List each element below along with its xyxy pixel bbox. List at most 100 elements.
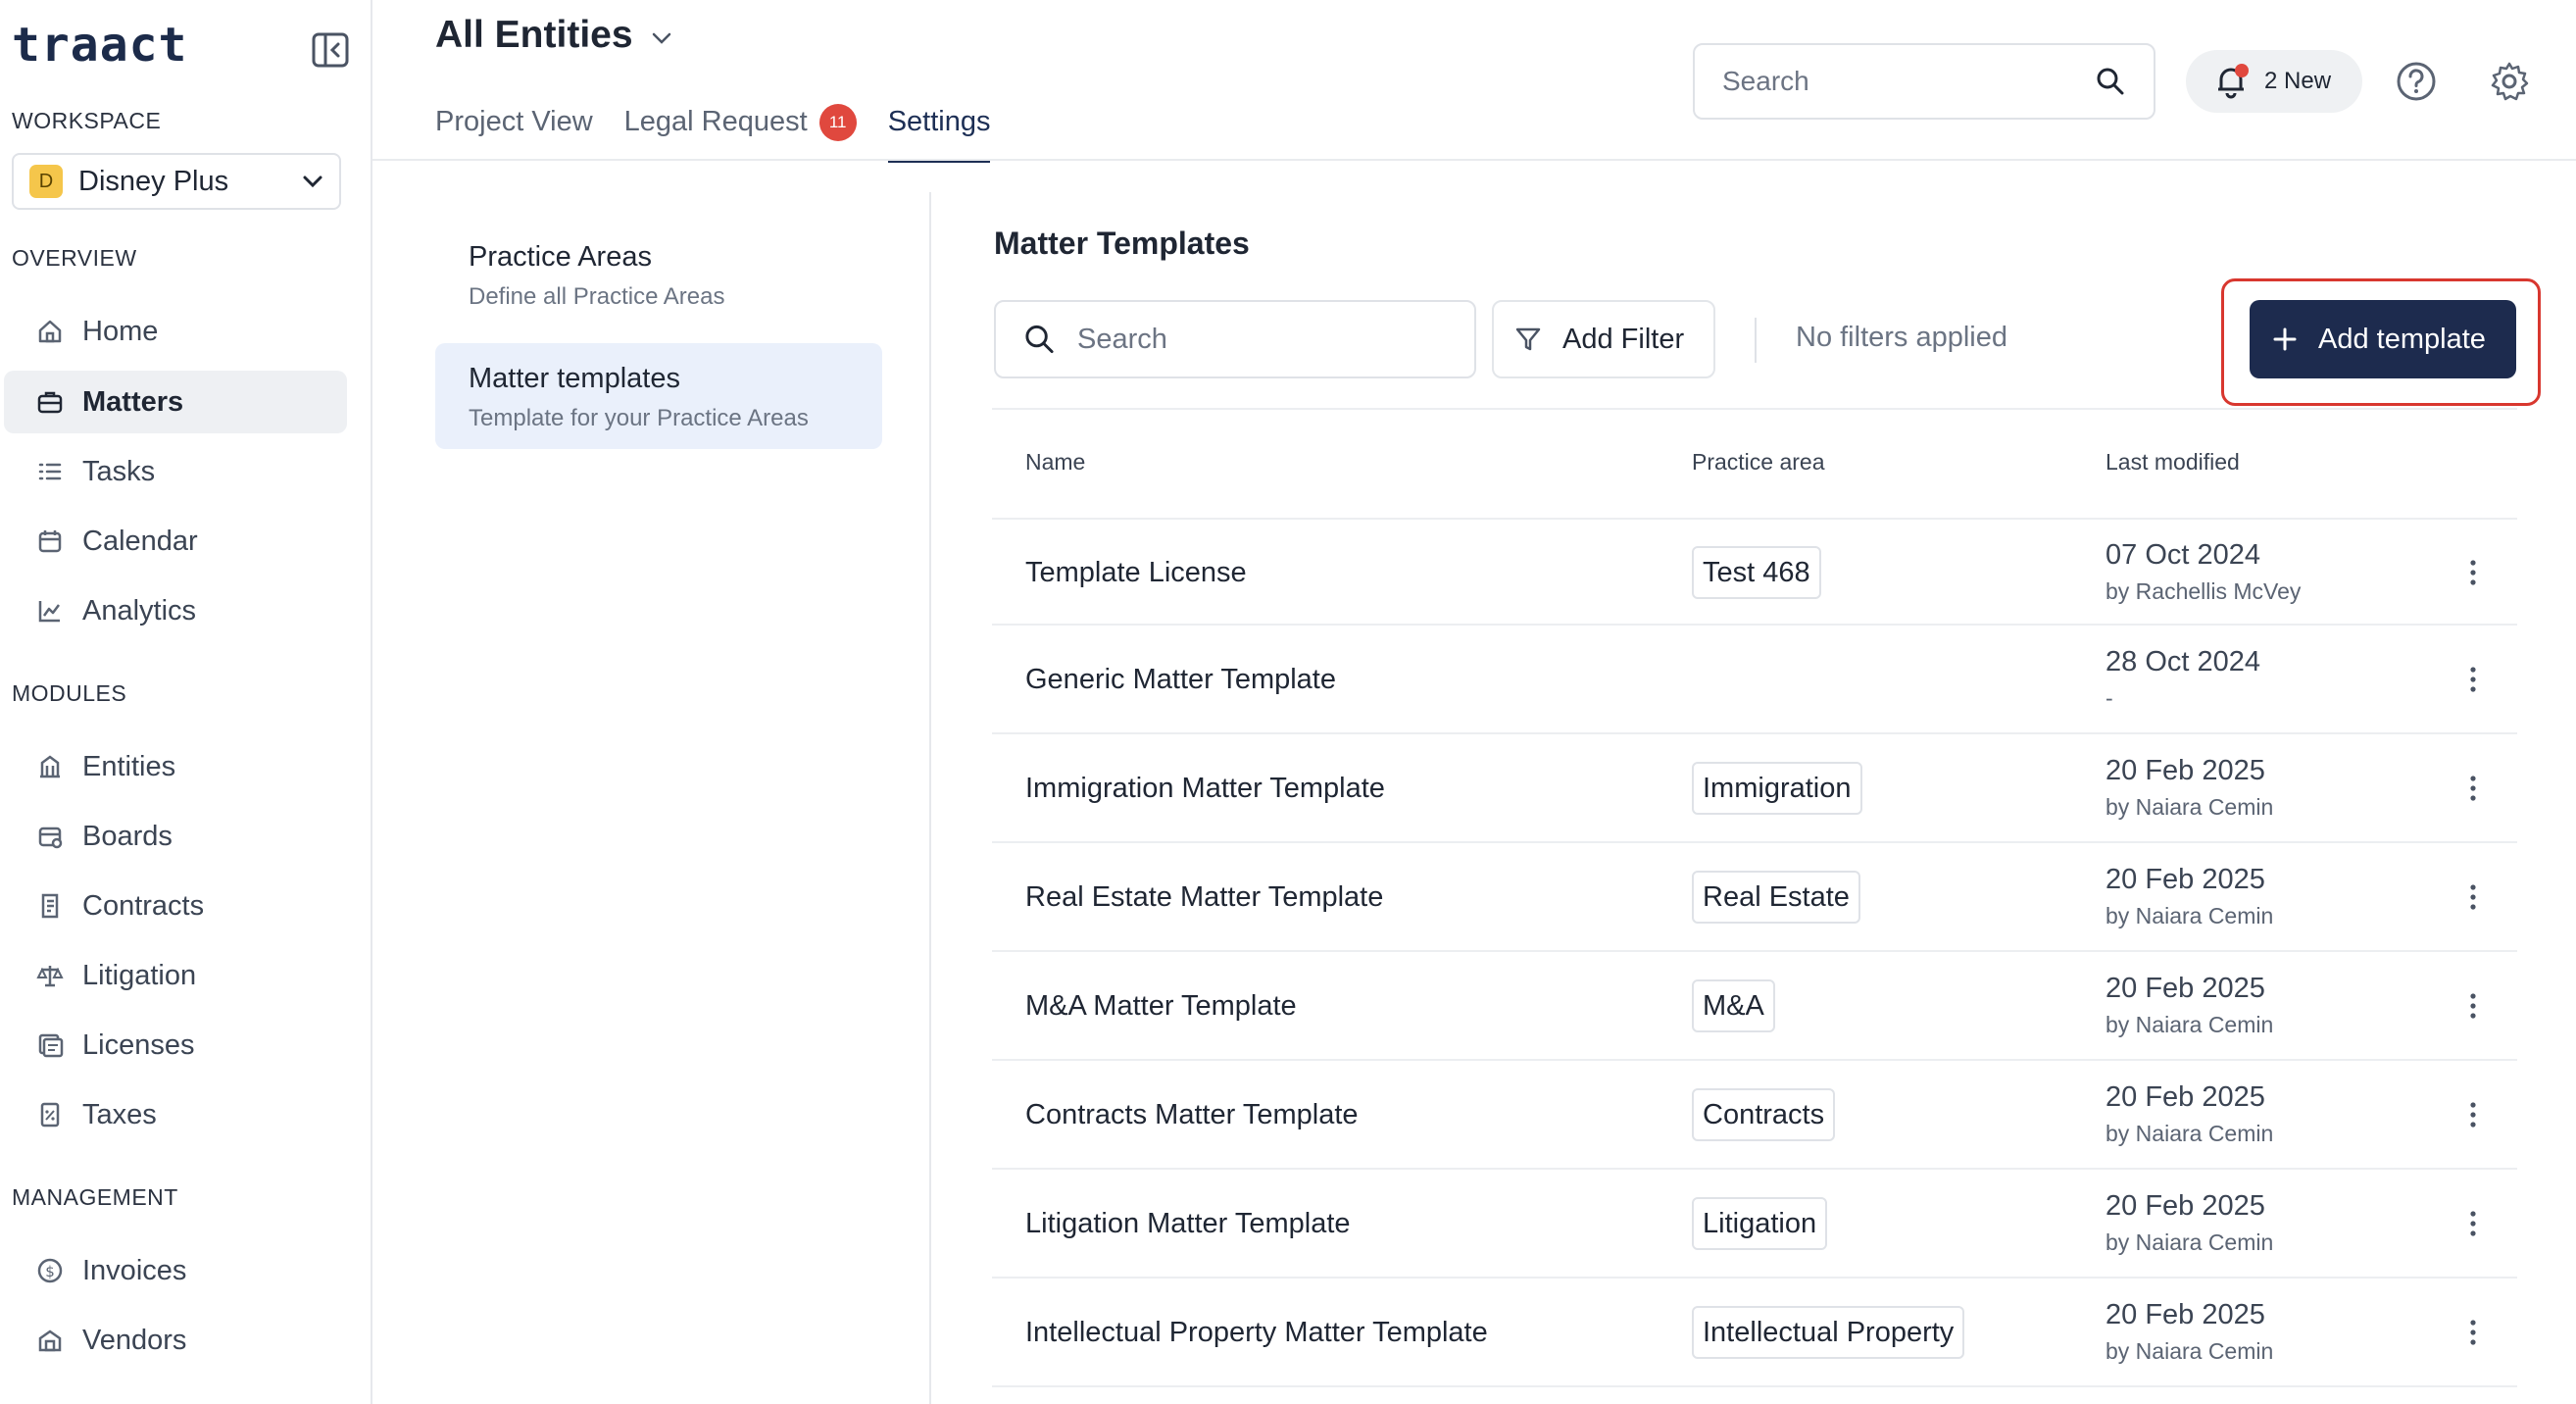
more-options-icon[interactable] <box>2458 1097 2488 1132</box>
help-icon[interactable] <box>2396 61 2437 102</box>
filter-icon <box>1515 327 1541 351</box>
tab-legal-request[interactable]: Legal Request 11 <box>624 102 857 163</box>
tab-settings[interactable]: Settings <box>887 102 991 163</box>
global-search[interactable] <box>1693 43 2155 120</box>
modified-by: by Naiara Cemin <box>2105 1121 2274 1146</box>
template-name[interactable]: Litigation Matter Template <box>1025 1171 1351 1277</box>
workspace-name: Disney Plus <box>78 165 229 197</box>
more-options-icon[interactable] <box>2458 662 2488 697</box>
building-icon <box>40 755 60 778</box>
sidebar-item-label: Entities <box>82 750 176 782</box>
sidebar-item-taxes[interactable]: Taxes <box>4 1083 347 1146</box>
table-row[interactable]: M&A Matter Template M&A 20 Feb 2025 by Naia… <box>992 953 2517 1061</box>
vendor-icon <box>38 1329 62 1352</box>
app-logo[interactable]: traact <box>12 18 187 73</box>
modified-by: - <box>2105 685 2113 711</box>
table-row[interactable]: Immigration Matter Template Immigration 20… <box>992 735 2517 843</box>
more-options-icon[interactable] <box>2458 1315 2488 1350</box>
sidebar-item-litigation[interactable]: Litigation <box>4 944 347 1007</box>
practice-area-tag: Intellectual Property <box>1692 1306 1965 1359</box>
table-row[interactable]: Generic Matter Template 28 Oct 2024 - <box>992 627 2517 734</box>
template-name[interactable]: M&A Matter Template <box>1025 953 1297 1059</box>
modified-date: 20 Feb 2025 <box>2105 755 2265 786</box>
sidebar-item-label: Invoices <box>82 1254 187 1286</box>
template-search-input[interactable] <box>1077 323 1447 356</box>
dollar-icon: $ <box>37 1258 63 1283</box>
global-search-input[interactable] <box>1722 66 2095 97</box>
settings-item-title: Practice Areas <box>469 241 652 273</box>
settings-item-desc: Template for your Practice Areas <box>469 405 809 431</box>
overview-label: OVERVIEW <box>12 245 137 271</box>
sidebar-item-contracts[interactable]: Contracts <box>4 875 347 937</box>
sidebar-item-analytics[interactable]: Analytics <box>4 579 347 642</box>
sidebar-item-label: Litigation <box>82 959 197 991</box>
more-options-icon[interactable] <box>2458 988 2488 1024</box>
template-search[interactable] <box>994 300 1476 378</box>
sidebar-item-home[interactable]: Home <box>4 300 347 363</box>
chevron-down-icon <box>652 32 670 44</box>
search-icon[interactable] <box>2095 66 2126 97</box>
modified-by: by Rachellis McVey <box>2105 578 2302 604</box>
section-title: Matter Templates <box>994 226 1250 261</box>
template-name[interactable]: Immigration Matter Template <box>1025 735 1385 841</box>
practice-area-tag: M&A <box>1692 979 1775 1032</box>
workspace-label: WORKSPACE <box>12 108 162 133</box>
template-name[interactable]: Real Estate Matter Template <box>1025 844 1383 950</box>
modified-date: 20 Feb 2025 <box>2105 973 2265 1004</box>
filter-status: No filters applied <box>1796 322 2007 353</box>
template-name[interactable]: Generic Matter Template <box>1025 627 1336 732</box>
workspace-select[interactable]: D Disney Plus <box>12 153 341 210</box>
gear-icon[interactable] <box>2488 60 2531 103</box>
template-name[interactable]: Template License <box>1025 520 1247 626</box>
sidebar-item-label: Licenses <box>82 1028 195 1061</box>
sidebar-item-label: Calendar <box>82 525 198 557</box>
table-row[interactable]: Template License Test 468 07 Oct 2024 by Ra… <box>992 518 2517 626</box>
more-options-icon[interactable] <box>2458 555 2488 590</box>
sidebar-item-tasks[interactable]: Tasks <box>4 440 347 503</box>
sidebar-item-label: Home <box>82 315 159 347</box>
sidebar-item-vendors[interactable]: Vendors <box>4 1309 347 1372</box>
add-filter-button[interactable]: Add Filter <box>1492 300 1715 378</box>
notifications-button[interactable]: 2 New <box>2186 50 2362 113</box>
settings-item-practice-areas[interactable]: Practice Areas Define all Practice Areas <box>435 222 882 327</box>
sidebar-item-matters[interactable]: Matters <box>4 371 347 433</box>
template-name[interactable]: Intellectual Property Matter Template <box>1025 1279 1488 1385</box>
sidebar-item-label: Vendors <box>82 1324 187 1356</box>
column-header-name[interactable]: Name <box>1025 449 1085 476</box>
modified-by: by Naiara Cemin <box>2105 1012 2274 1037</box>
header-tabs: Project View Legal Request 11 Settings <box>435 102 1021 163</box>
sidebar-item-entities[interactable]: Entities <box>4 735 347 798</box>
sidebar-item-invoices[interactable]: $ Invoices <box>4 1239 347 1302</box>
practice-area-tag: Litigation <box>1692 1197 1828 1250</box>
entity-switcher[interactable]: All Entities <box>435 14 672 57</box>
sidebar-item-calendar[interactable]: Calendar <box>4 510 347 573</box>
settings-nav: Practice Areas Define all Practice Areas… <box>435 222 882 465</box>
sidebar-collapse-icon[interactable] <box>312 31 349 69</box>
tab-project-view[interactable]: Project View <box>435 102 593 163</box>
add-template-button[interactable]: Add template <box>2250 300 2516 378</box>
sidebar-item-boards[interactable]: Boards <box>4 805 347 868</box>
more-options-icon[interactable] <box>2458 771 2488 806</box>
template-name[interactable]: Contracts Matter Template <box>1025 1062 1359 1168</box>
table-row[interactable]: Litigation Matter Template Litigation 20 F… <box>992 1171 2517 1279</box>
license-icon <box>38 1033 64 1058</box>
modified-by: by Naiara Cemin <box>2105 794 2274 820</box>
more-options-icon[interactable] <box>2458 879 2488 915</box>
table-divider <box>992 408 2517 410</box>
modified-date: 20 Feb 2025 <box>2105 1299 2265 1330</box>
sidebar: traact WORKSPACE D Disney Plus OVERVIEW … <box>0 0 372 1404</box>
sidebar-item-licenses[interactable]: Licenses <box>4 1014 347 1077</box>
sidebar-item-label: Matters <box>82 385 184 418</box>
chevron-down-icon <box>303 176 322 188</box>
notification-dot <box>2235 64 2249 77</box>
practice-area-tag: Contracts <box>1692 1088 1836 1141</box>
notifications-count: 2 New <box>2264 68 2332 94</box>
table-row[interactable]: Real Estate Matter Template Real Estate 20… <box>992 844 2517 952</box>
settings-item-matter-templates[interactable]: Matter templates Template for your Pract… <box>435 343 882 449</box>
column-header-last-modified[interactable]: Last modified <box>2105 449 2240 476</box>
column-header-practice-area[interactable]: Practice area <box>1692 449 1825 476</box>
table-row[interactable]: Contracts Matter Template Contracts 20 Feb… <box>992 1062 2517 1170</box>
modified-date: 20 Feb 2025 <box>2105 1190 2265 1222</box>
more-options-icon[interactable] <box>2458 1206 2488 1241</box>
table-row[interactable]: Intellectual Property Matter Template Int… <box>992 1279 2517 1387</box>
